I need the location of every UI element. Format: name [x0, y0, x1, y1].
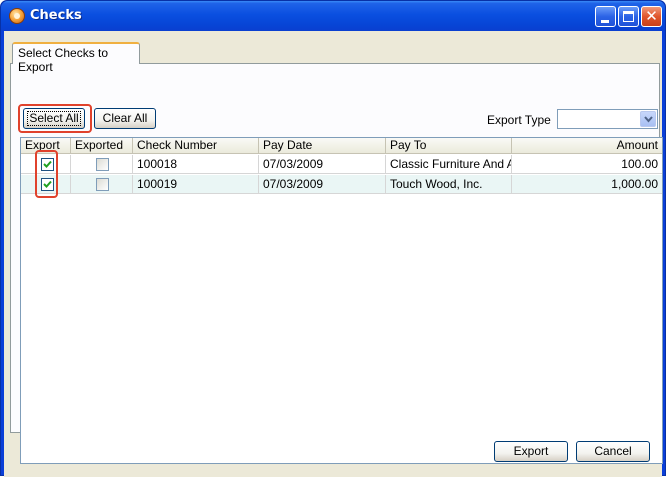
close-icon: ✕: [645, 7, 658, 25]
export-checkbox[interactable]: [41, 178, 54, 191]
export-button[interactable]: Export: [494, 441, 568, 462]
check-number-cell: 100018: [133, 155, 259, 174]
maximize-button[interactable]: [618, 6, 639, 27]
exported-checkbox[interactable]: [96, 178, 109, 191]
export-checkbox[interactable]: [41, 158, 54, 171]
checks-table: Export Exported Check Number Pay Date Pa…: [20, 137, 663, 464]
checks-window: Checks ✕ Select Checks to Export Select …: [0, 0, 666, 477]
tab-select-checks[interactable]: Select Checks to Export: [12, 42, 140, 74]
select-all-label: Select All: [27, 111, 81, 126]
column-header-amount[interactable]: Amount: [512, 138, 662, 154]
exported-cell: [71, 175, 133, 194]
pay-date-cell: 07/03/2009: [259, 175, 386, 194]
select-all-button[interactable]: Select All: [23, 108, 85, 129]
table-row[interactable]: 100018 07/03/2009 Classic Furniture And …: [21, 155, 662, 174]
column-header-pay-to[interactable]: Pay To: [386, 138, 512, 154]
window-client-area: Select Checks to Export Select All Clear…: [4, 31, 663, 477]
close-button[interactable]: ✕: [641, 6, 662, 27]
column-header-pay-date[interactable]: Pay Date: [259, 138, 386, 154]
exported-cell: [71, 155, 133, 174]
check-number-cell: 100019: [133, 175, 259, 194]
export-cell: [21, 175, 71, 194]
column-header-check-number[interactable]: Check Number: [133, 138, 259, 154]
minimize-button[interactable]: [595, 6, 616, 27]
checkmark-icon: [43, 180, 52, 188]
pay-date-cell: 07/03/2009: [259, 155, 386, 174]
amount-cell: 1,000.00: [611, 177, 658, 191]
exported-checkbox[interactable]: [96, 158, 109, 171]
pay-to-cell: Touch Wood, Inc.: [386, 175, 512, 194]
clear-all-button[interactable]: Clear All: [94, 108, 156, 129]
amount-cell: 100.00: [621, 157, 658, 171]
export-type-select[interactable]: [557, 109, 658, 129]
chevron-down-icon: [644, 116, 653, 123]
export-type-label: Export Type: [487, 113, 551, 127]
column-header-exported[interactable]: Exported: [71, 138, 133, 154]
tab-panel: Select All Clear All Export Type Export …: [10, 63, 663, 464]
table-header: Export Exported Check Number Pay Date Pa…: [21, 138, 662, 154]
dropdown-button[interactable]: [640, 111, 656, 127]
pay-to-cell: Classic Furniture And App: [386, 155, 512, 174]
cancel-button[interactable]: Cancel: [576, 441, 650, 462]
title-bar[interactable]: Checks ✕: [1, 1, 665, 31]
minimize-icon: [601, 20, 609, 23]
maximize-icon: [623, 11, 634, 22]
export-cell: [21, 155, 71, 174]
table-row[interactable]: 100019 07/03/2009 Touch Wood, Inc. 1,000…: [21, 175, 662, 194]
window-title: Checks: [30, 8, 82, 23]
app-icon: [9, 8, 25, 24]
column-header-export[interactable]: Export: [21, 138, 71, 154]
checkmark-icon: [43, 160, 52, 168]
